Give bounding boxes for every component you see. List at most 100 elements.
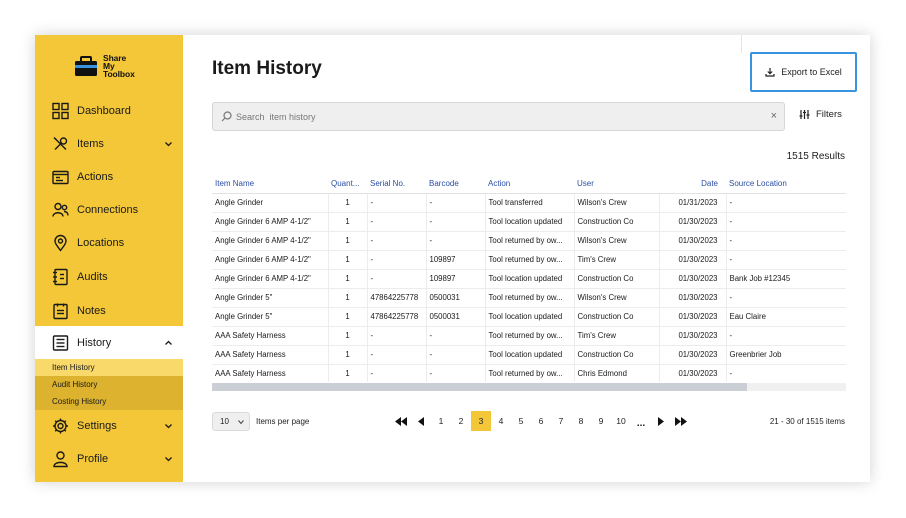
sidebar-item-settings[interactable]: Settings (35, 409, 183, 442)
cell-action: Tool returned by ow... (485, 326, 575, 346)
table-row[interactable]: Angle Grinder 6 AMP 4-1/2" 1- - Tool locati… (212, 212, 846, 232)
page-button-3[interactable]: 3 (471, 411, 491, 431)
sidebar-item-history[interactable]: History (35, 326, 183, 359)
column-header-source-location[interactable]: Source Location (726, 175, 846, 194)
toolbox-icon (75, 56, 97, 76)
cell-user: Wilson's Crew (574, 288, 660, 308)
cell-item-name: AAA Safety Harness (212, 364, 329, 382)
table-row[interactable]: Angle Grinder 6 AMP 4-1/2" 1- - Tool return… (212, 231, 846, 251)
table-row[interactable]: AAA Safety Harness 1- - Tool returned by ow… (212, 364, 846, 382)
horizontal-scrollbar[interactable] (212, 383, 846, 391)
filters-label: Filters (816, 109, 842, 120)
cell-barcode: 109897 (426, 269, 486, 289)
cell-date: 01/30/2023 (659, 345, 727, 365)
cell-user: Chris Edmond (574, 364, 660, 382)
cell-item-name: Angle Grinder 6 AMP 4-1/2" (212, 250, 329, 270)
column-header-date[interactable]: Date (659, 175, 726, 194)
double-right-arrow-icon (675, 416, 687, 426)
pagination: 1 2 3 4 5 6 7 8 9 10 ... (391, 411, 691, 431)
table-row[interactable]: Angle Grinder 5" 1 47864225778 0500031 Tool … (212, 288, 846, 308)
cell-barcode: - (426, 231, 486, 251)
wrench-icon (53, 136, 68, 150)
cell-action: Tool returned by ow... (485, 231, 575, 251)
cell-source-location: - (726, 250, 846, 270)
brand-logo[interactable]: Share My Toolbox (73, 52, 147, 80)
cell-barcode: 109897 (426, 250, 486, 270)
sidebar-item-connections[interactable]: Connections (35, 193, 183, 226)
filter-sliders-icon (799, 110, 810, 119)
cell-barcode: - (426, 345, 486, 365)
column-header-serial[interactable]: Serial No. (367, 175, 426, 194)
sidebar-item-profile[interactable]: Profile (35, 442, 183, 475)
clear-search-icon[interactable]: × (771, 110, 777, 122)
page-button-6[interactable]: 6 (531, 411, 551, 431)
actions-icon (52, 170, 69, 184)
items-per-page-select[interactable]: 10 (212, 412, 250, 431)
main-content: Item History Export to Excel × Filters 1… (183, 35, 870, 482)
sidebar-item-locations[interactable]: Locations (35, 226, 183, 259)
cell-date: 01/30/2023 (659, 307, 727, 327)
cell-serial-no: - (367, 345, 427, 365)
cell-action: Tool location updated (485, 307, 575, 327)
audits-icon (53, 268, 68, 285)
next-page-button[interactable] (655, 411, 667, 431)
page-button-5[interactable]: 5 (511, 411, 531, 431)
column-header-barcode[interactable]: Barcode (426, 175, 485, 194)
column-header-item-name[interactable]: Item Name (212, 175, 328, 194)
sidebar-item-label: Connections (77, 203, 139, 216)
table-row[interactable]: AAA Safety Harness 1- - Tool returned by ow… (212, 326, 846, 346)
sidebar-item-label: Actions (77, 170, 114, 183)
last-page-button[interactable] (675, 411, 687, 431)
column-header-user[interactable]: User (574, 175, 659, 194)
cell-user: Construction Co (574, 269, 660, 289)
cell-quantity: 1 (328, 212, 368, 232)
column-header-quantity[interactable]: Quant... (328, 175, 367, 194)
page-button-1[interactable]: 1 (431, 411, 451, 431)
table-row[interactable]: Angle Grinder 6 AMP 4-1/2" 1-109897 Tool r… (212, 250, 846, 270)
sidebar-item-notes[interactable]: Notes (35, 294, 183, 327)
submenu-item-history[interactable]: Item History (35, 359, 183, 376)
table-row[interactable]: Angle Grinder 5" 1 47864225778 0500031 Tool … (212, 307, 846, 327)
page-button-4[interactable]: 4 (491, 411, 511, 431)
sidebar-item-dashboard[interactable]: Dashboard (35, 94, 183, 127)
cell-date: 01/30/2023 (659, 231, 727, 251)
table-row[interactable]: Angle Grinder 6 AMP 4-1/2" 1-109897 Tool l… (212, 269, 846, 289)
cell-source-location: - (726, 288, 846, 308)
filters-button[interactable]: Filters (799, 109, 842, 120)
download-icon (765, 68, 775, 77)
submenu-audit-history[interactable]: Audit History (35, 376, 183, 393)
page-button-2[interactable]: 2 (451, 411, 471, 431)
cell-serial-no: - (367, 231, 427, 251)
page-button-9[interactable]: 9 (591, 411, 611, 431)
chevron-up-icon (165, 340, 172, 345)
cell-date: 01/30/2023 (659, 269, 727, 289)
export-to-excel-button[interactable]: Export to Excel (750, 52, 857, 92)
sidebar-item-actions[interactable]: Actions (35, 160, 183, 193)
table-row[interactable]: AAA Safety Harness 1- - Tool location updat… (212, 345, 846, 365)
page-button-7[interactable]: 7 (551, 411, 571, 431)
column-header-action[interactable]: Action (485, 175, 574, 194)
page-numbers: 1 2 3 4 5 6 7 8 9 10 (431, 411, 631, 431)
cell-source-location: - (726, 326, 846, 346)
cell-serial-no: - (367, 326, 427, 346)
table-row[interactable]: Angle Grinder 1- - Tool transferred Wilson's… (212, 193, 846, 213)
sidebar: Share My Toolbox Dashboard Items Actions… (35, 35, 183, 482)
sidebar-item-audits[interactable]: Audits (35, 260, 183, 293)
search-input[interactable] (236, 103, 756, 130)
submenu-costing-history[interactable]: Costing History (35, 393, 183, 410)
cell-serial-no: 47864225778 (367, 307, 427, 327)
previous-page-button[interactable] (415, 411, 427, 431)
results-count: 1515 Results (786, 151, 845, 162)
cell-item-name: Angle Grinder 6 AMP 4-1/2" (212, 231, 329, 251)
sidebar-item-items[interactable]: Items (35, 127, 183, 160)
page-button-10[interactable]: 10 (611, 411, 631, 431)
cell-source-location: Eau Claire (726, 307, 846, 327)
first-page-button[interactable] (395, 411, 407, 431)
chevron-down-icon (165, 456, 172, 461)
scrollbar-thumb[interactable] (212, 383, 747, 391)
cell-source-location: Greenbrier Job (726, 345, 846, 365)
page-button-8[interactable]: 8 (571, 411, 591, 431)
cell-date: 01/30/2023 (659, 326, 727, 346)
cell-item-name: Angle Grinder 5" (212, 288, 329, 308)
cell-item-name: Angle Grinder 5" (212, 307, 329, 327)
